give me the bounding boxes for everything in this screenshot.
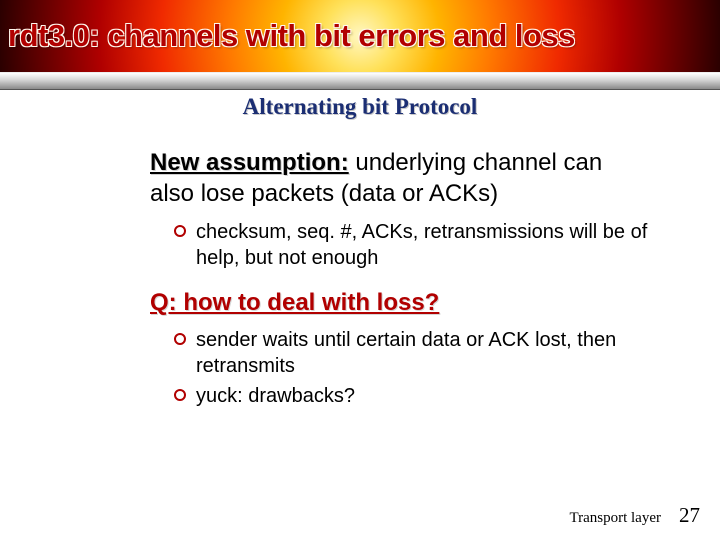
- content-area: New assumption: underlying channel can a…: [0, 120, 720, 409]
- list-item-text: yuck: drawbacks?: [196, 385, 355, 407]
- slide-subtitle: Alternating bit Protocol: [0, 94, 720, 120]
- question-bullets: sender waits until certain data or ACK l…: [150, 327, 652, 409]
- list-item-text: checksum, seq. #, ACKs, retransmissions …: [196, 221, 647, 269]
- list-item-text: sender waits until certain data or ACK l…: [196, 329, 616, 377]
- title-divider-bar: [0, 72, 720, 90]
- footer: Transport layer 27: [569, 503, 700, 528]
- bullet-icon: [174, 333, 186, 345]
- slide-title: rdt3.0: channels with bit errors and los…: [8, 18, 575, 54]
- list-item: yuck: drawbacks?: [174, 383, 652, 409]
- title-rest: : channels with bit errors and loss: [89, 18, 575, 53]
- list-item: sender waits until certain data or ACK l…: [174, 327, 652, 379]
- list-item: checksum, seq. #, ACKs, retransmissions …: [174, 219, 652, 271]
- bullet-icon: [174, 225, 186, 237]
- footer-label: Transport layer: [569, 510, 661, 527]
- bullet-icon: [174, 389, 186, 401]
- title-banner: rdt3.0: channels with bit errors and los…: [0, 0, 720, 72]
- slide: rdt3.0: channels with bit errors and los…: [0, 0, 720, 540]
- assumption-label: New assumption:: [150, 149, 349, 176]
- title-prefix: rdt3.0: [8, 18, 89, 53]
- page-number: 27: [679, 503, 700, 528]
- assumption-bullets: checksum, seq. #, ACKs, retransmissions …: [150, 219, 652, 271]
- question-heading: Q: how to deal with loss?: [150, 289, 652, 317]
- assumption-block: New assumption: underlying channel can a…: [150, 148, 652, 209]
